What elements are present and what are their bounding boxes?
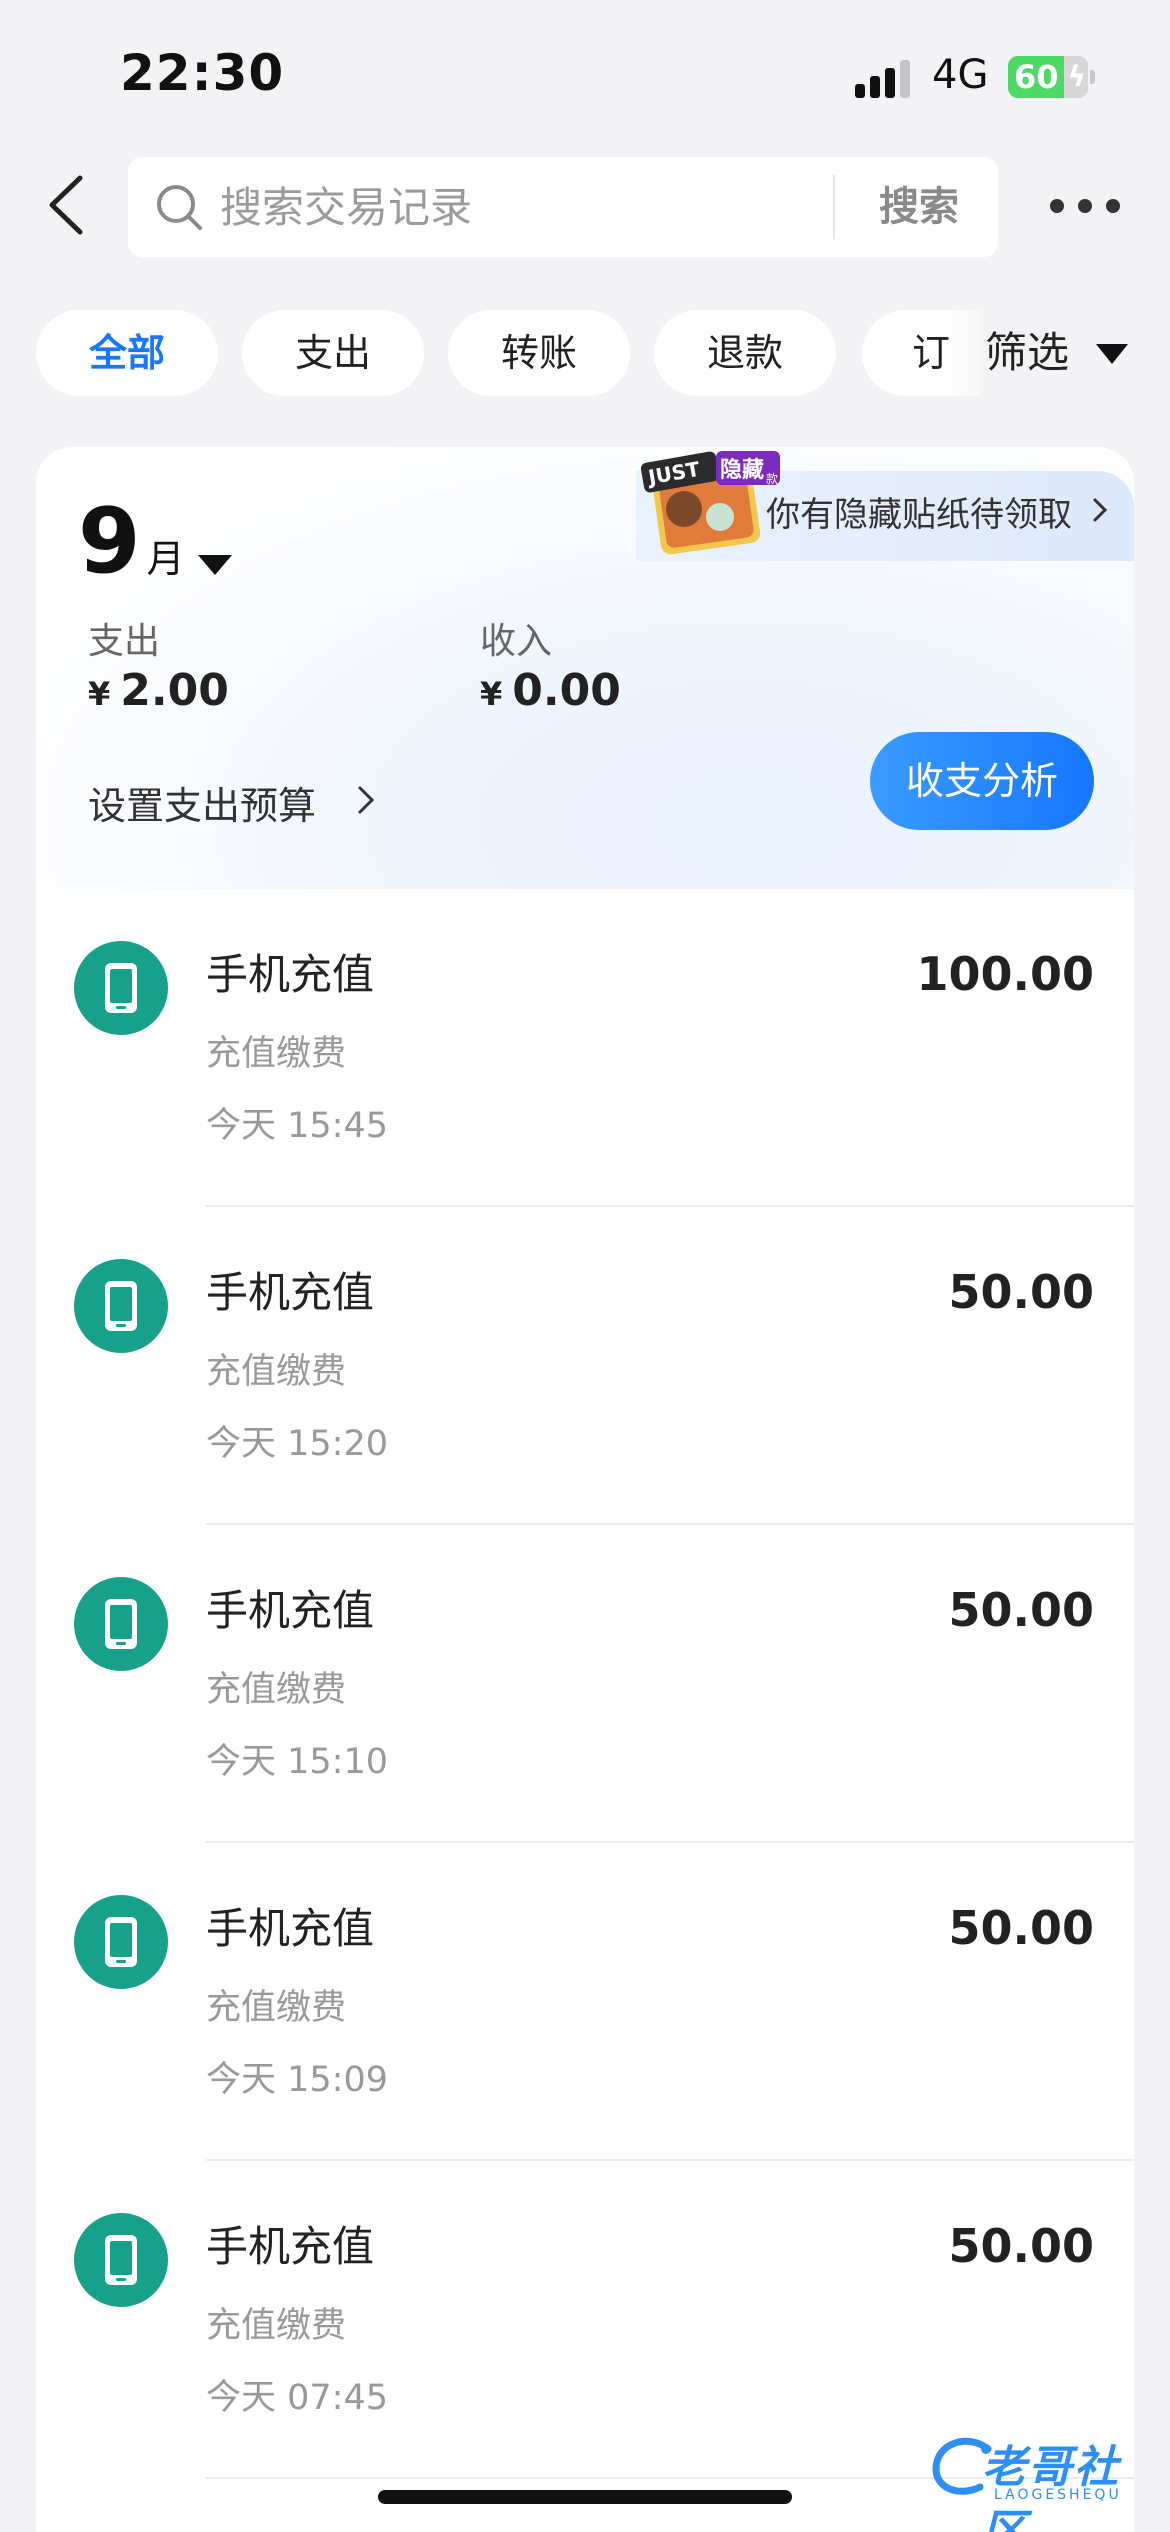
transaction-time: 今天 15:20 [206,1424,388,1464]
expense-value: ¥2.00 [88,665,229,716]
income-expense-analysis-button[interactable]: 收支分析 [870,732,1094,830]
watermark-logo: 老哥社区 LAOGESHEQU [928,2425,1160,2532]
income-value: ¥0.00 [480,665,621,716]
search-divider [833,175,835,239]
transaction-amount: 50.00 [948,1265,1094,1319]
transaction-time: 今天 15:10 [206,1742,388,1782]
filter-tabs: 全部 支出 转账 退款 订单 筛选 [0,310,1170,396]
sticker-badge: 隐藏 [720,458,764,483]
transaction-amount: 50.00 [948,2219,1094,2273]
status-bar: 22:30 4G 60 ϟ [0,0,1170,150]
currency-symbol: ¥ [480,675,503,713]
transaction-amount: 50.00 [948,1583,1094,1637]
transaction-title: 手机充值 [206,1268,375,1317]
battery-icon: 60 ϟ [1008,56,1088,98]
transaction-time: 今天 15:45 [206,1106,388,1146]
tab-all[interactable]: 全部 [36,310,218,396]
transaction-title: 手机充值 [206,950,375,999]
back-button[interactable] [42,170,102,240]
filter-button[interactable]: 筛选 [985,310,1069,396]
network-type: 4G [932,52,989,98]
chevron-right-icon [1093,498,1108,522]
transaction-time: 今天 07:45 [206,2378,388,2418]
search-button[interactable]: 搜索 [840,157,998,257]
currency-symbol: ¥ [88,675,111,713]
tab-expense[interactable]: 支出 [242,310,424,396]
sticker-image[interactable]: JUST 隐藏 款 [636,447,786,557]
sticker-badge-sub: 款 [766,472,778,486]
month-number: 9 [78,489,141,594]
search-icon [157,185,202,230]
battery-level: 60 [1014,58,1059,96]
transaction-category: 充值缴费 [206,1034,347,1074]
month-summary-card: JUST 隐藏 款 你有隐藏贴纸待领取 9月 支出 ¥2.00 收入 ¥0.00… [36,447,1134,889]
tab-transfer[interactable]: 转账 [448,310,630,396]
expense-amount: 2.00 [120,665,229,716]
month-selector[interactable]: 9月 [78,497,185,587]
transaction-category: 充值缴费 [206,1670,347,1710]
transaction-title: 手机充值 [206,1904,375,1953]
phone-icon [74,2213,168,2307]
set-budget-link[interactable]: 设置支出预算 [88,775,316,830]
phone-icon [74,1895,168,1989]
phone-icon [74,1259,168,1353]
income-amount: 0.00 [512,665,621,716]
signal-icon [855,58,915,98]
chevron-right-icon[interactable] [354,782,378,818]
transaction-category: 充值缴费 [206,1352,347,1392]
transaction-amount: 50.00 [948,1901,1094,1955]
battery-cap [1090,70,1095,84]
sticker-promo-text[interactable]: 你有隐藏贴纸待领取 [766,487,1072,536]
search-bar: 搜索 [128,157,998,257]
more-icon[interactable] [1050,195,1120,219]
transaction-records-page: 22:30 4G 60 ϟ 搜索 全部 支出 转账 [0,0,1170,2532]
list-item[interactable]: 手机充值 充值缴费 今天 15:45 100.00 [36,889,1134,1207]
transaction-title: 手机充值 [206,2222,375,2271]
charging-bolt-icon: ϟ [1067,60,1086,93]
home-indicator[interactable] [378,2490,792,2504]
transaction-time: 今天 15:09 [206,2060,388,2100]
transaction-category: 充值缴费 [206,2306,347,2346]
list-item[interactable]: 手机充值 充值缴费 今天 15:09 50.00 [36,1843,1134,2161]
month-unit: 月 [146,537,185,581]
watermark-sub: LAOGESHEQU [994,2487,1122,2503]
transaction-amount: 100.00 [916,947,1094,1001]
phone-icon [74,941,168,1035]
expense-label: 支出 [88,621,161,662]
caret-down-icon[interactable] [1096,344,1128,364]
list-item[interactable]: 手机充值 充值缴费 今天 15:10 50.00 [36,1525,1134,1843]
list-item[interactable]: 手机充值 充值缴费 今天 15:20 50.00 [36,1207,1134,1525]
status-time: 22:30 [120,44,285,102]
caret-down-icon[interactable] [198,555,232,575]
transaction-list: 手机充值 充值缴费 今天 15:45 100.00 手机充值 充值缴费 今天 1… [36,889,1134,2532]
transaction-category: 充值缴费 [206,1988,347,2028]
tab-refund[interactable]: 退款 [654,310,836,396]
phone-icon [74,1577,168,1671]
watermark-text: 老哥社区 [982,2442,1120,2532]
income-label: 收入 [480,621,553,662]
transaction-title: 手机充值 [206,1586,375,1635]
chevron-left-icon [49,175,83,235]
search-input[interactable] [220,157,940,257]
